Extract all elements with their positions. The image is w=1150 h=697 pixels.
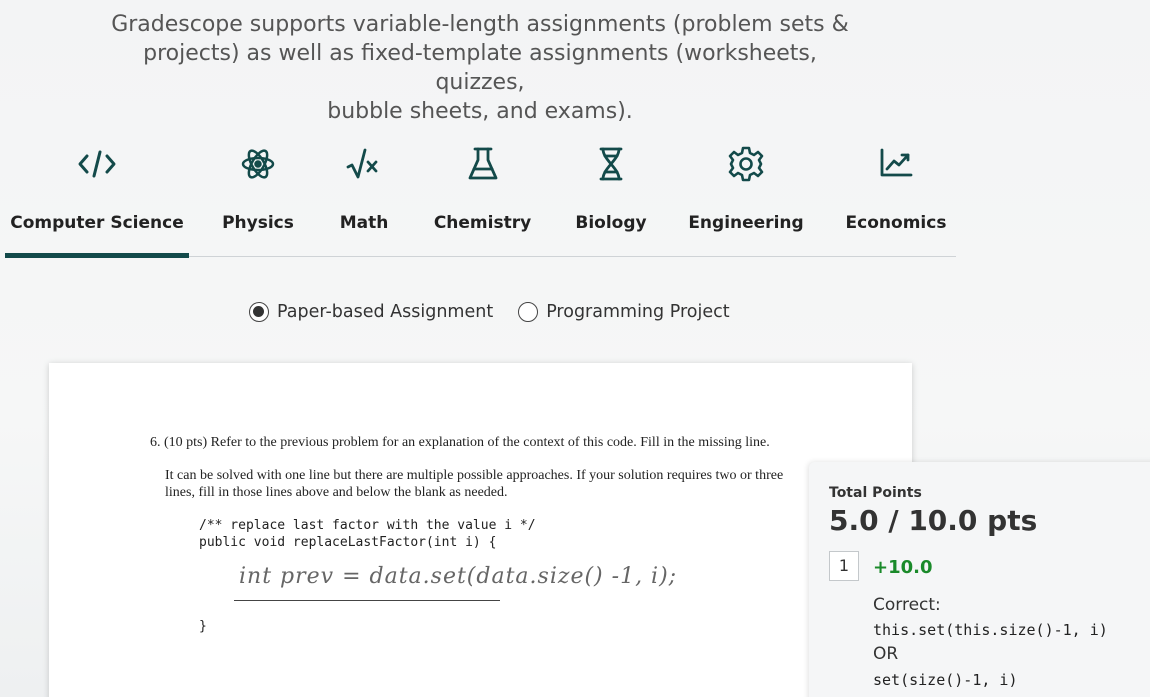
instructions-line-2: lines, fill in those lines above and bel… [165,485,508,500]
tab-label: Chemistry [433,213,532,233]
tab-engineering[interactable]: Engineering [688,140,804,257]
radio-label: Programming Project [546,302,730,322]
intro-line-2: projects) as well as fixed-template assi… [143,41,817,95]
radio-label: Paper-based Assignment [277,302,494,322]
rubric-solution-2: set(size()-1, i) [873,671,1018,689]
rubric-or-text: OR [873,644,899,664]
code-icon [77,144,117,184]
code-comment: /** replace last factor with the value i… [199,518,536,533]
tab-label: Biology [575,213,647,233]
chart-trend-icon [876,144,916,184]
tab-computer-science[interactable]: Computer Science [5,140,189,258]
dna-icon [591,144,631,184]
handwritten-answer: int prev = data.set(data.size() -1, i); [239,564,678,589]
assignment-type-selector: Paper-based Assignment Programming Proje… [249,302,730,322]
intro-line-1: Gradescope supports variable-length assi… [111,12,849,37]
total-points-value: 5.0 / 10.0 pts [829,504,1038,537]
tab-chemistry[interactable]: Chemistry [430,140,535,257]
programming-project-radio[interactable]: Programming Project [518,302,730,322]
flask-icon [463,144,503,184]
tab-label: Computer Science [10,213,184,233]
tab-physics[interactable]: Physics [212,140,304,257]
gear-icon [726,144,766,184]
question-instructions: It can be solved with one line but there… [165,467,815,501]
tab-label: Math [339,213,389,233]
tab-economics[interactable]: Economics [840,140,952,257]
rubric-item-number[interactable]: 1 [829,551,859,581]
intro-text: Gradescope supports variable-length assi… [100,10,860,126]
tab-label: Physics [222,213,294,233]
answer-blank-line [234,600,500,601]
tab-label: Economics [845,213,947,233]
subject-tabs: Computer Science Physics Math Chemistry … [5,140,956,258]
question-title: 6. (10 pts) Refer to the previous proble… [150,435,770,450]
radio-selected[interactable] [249,302,269,322]
intro-line-3: bubble sheets, and exams). [327,99,633,124]
rubric-solution-1: this.set(this.size()-1, i) [873,621,1108,639]
radio-unselected[interactable] [518,302,539,322]
tab-biology[interactable]: Biology [565,140,657,257]
tab-label: Engineering [688,213,804,233]
tab-math[interactable]: Math [323,140,405,257]
scanned-submission: 6. (10 pts) Refer to the previous proble… [49,363,912,697]
atom-icon [238,144,278,184]
paper-based-radio[interactable]: Paper-based Assignment [249,302,493,322]
code-signature: public void replaceLastFactor(int i) { [199,535,497,550]
rubric-item-points: +10.0 [873,557,933,578]
total-points-label: Total Points [829,485,922,501]
grading-panel: Total Points 5.0 / 10.0 pts 1 +10.0 Corr… [809,462,1150,697]
code-closing-brace: } [199,619,207,634]
active-tab-indicator [5,253,189,258]
square-root-icon [344,144,384,184]
rubric-item-description: Correct: [873,595,941,615]
instructions-line-1: It can be solved with one line but there… [165,468,784,483]
